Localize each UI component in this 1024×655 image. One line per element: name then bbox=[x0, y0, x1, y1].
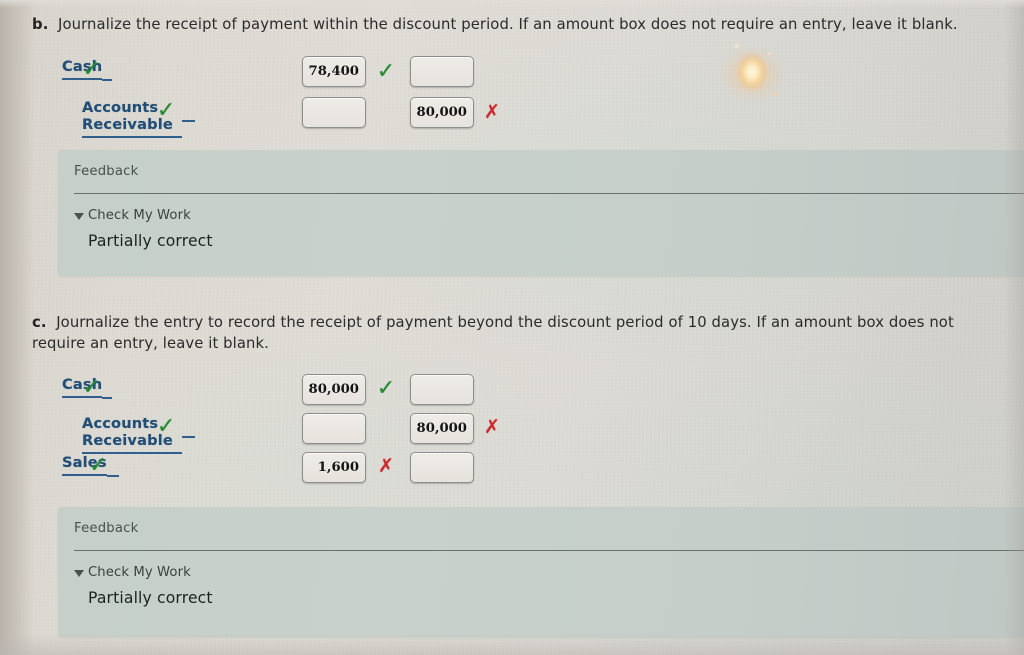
account-cell-b-1[interactable]: Accounts Receivable ✓ bbox=[82, 98, 195, 138]
credit-amount-input-b-0[interactable] bbox=[410, 56, 474, 87]
question-prompt-b: b. Journalize the receipt of payment wit… bbox=[32, 14, 1012, 35]
account-check-icon-b-0: ✓ bbox=[82, 57, 101, 82]
credit-amount-input-c-2[interactable] bbox=[410, 452, 474, 483]
account-cell-b-0[interactable]: Cash ✓ bbox=[62, 57, 113, 82]
credit-mark-c-1: ✗ bbox=[480, 418, 504, 437]
credit-mark-b-1: ✗ bbox=[480, 103, 504, 122]
account-check-icon-c-1: ✓ bbox=[156, 414, 176, 439]
feedback-result-c: Partially correct bbox=[88, 589, 213, 607]
credit-amount-input-c-1[interactable]: 80,000 bbox=[410, 413, 474, 444]
page-content: b. Journalize the receipt of payment wit… bbox=[0, 0, 1024, 655]
feedback-divider-b bbox=[74, 193, 1024, 194]
account-underline-c-0 bbox=[102, 376, 113, 399]
debit-check-icon-b-0: ✓ bbox=[376, 59, 396, 84]
debit-mark-c-2: ✗ bbox=[374, 457, 398, 476]
feedback-title-b: Feedback bbox=[74, 164, 139, 179]
feedback-title-c: Feedback bbox=[74, 521, 139, 536]
check-my-work-toggle-b[interactable]: Check My Work bbox=[74, 208, 191, 223]
feedback-result-b: Partially correct bbox=[88, 232, 213, 250]
account-cell-c-1[interactable]: Accounts Receivable ✓ bbox=[82, 414, 195, 454]
account-underline-b-1 bbox=[182, 99, 195, 122]
check-my-work-label-c: Check My Work bbox=[88, 565, 191, 580]
question-letter-c: c. bbox=[32, 314, 47, 331]
debit-amount-input-b-1[interactable] bbox=[302, 97, 366, 128]
account-underline-b-0 bbox=[102, 58, 113, 81]
debit-mark-c-0: ✓ bbox=[374, 378, 398, 400]
chevron-down-icon bbox=[74, 213, 84, 220]
debit-check-icon-c-0: ✓ bbox=[376, 376, 396, 401]
account-cell-c-2[interactable]: Sales ✓ bbox=[62, 453, 119, 478]
credit-amount-input-b-1[interactable]: 80,000 bbox=[410, 97, 474, 128]
question-prompt-c: c. Journalize the entry to record the re… bbox=[32, 312, 1007, 355]
check-my-work-label-b: Check My Work bbox=[88, 208, 191, 223]
debit-amount-input-c-1[interactable] bbox=[302, 413, 366, 444]
account-check-icon-c-2: ✓ bbox=[88, 453, 108, 478]
debit-amount-input-b-0[interactable]: 78,400 bbox=[302, 56, 366, 87]
question-prompt-text-b: Journalize the receipt of payment within… bbox=[58, 16, 958, 33]
credit-x-icon-c-1: ✗ bbox=[484, 416, 500, 438]
question-block-b: b. Journalize the receipt of payment wit… bbox=[32, 14, 1012, 35]
credit-x-icon-b-1: ✗ bbox=[484, 101, 500, 123]
account-underline-c-2 bbox=[106, 454, 119, 477]
account-underline-c-1 bbox=[182, 415, 195, 438]
question-letter-b: b. bbox=[32, 16, 49, 33]
account-cell-c-0[interactable]: Cash ✓ bbox=[62, 375, 113, 400]
check-my-work-toggle-c[interactable]: Check My Work bbox=[74, 565, 191, 580]
question-block-c: c. Journalize the entry to record the re… bbox=[32, 312, 1007, 355]
debit-mark-b-0: ✓ bbox=[374, 61, 398, 83]
photographed-screen: b. Journalize the receipt of payment wit… bbox=[0, 0, 1024, 655]
account-check-icon-c-0: ✓ bbox=[82, 375, 101, 400]
account-check-icon-b-1: ✓ bbox=[156, 98, 176, 123]
debit-amount-input-c-2[interactable]: 1,600 bbox=[302, 452, 366, 483]
credit-amount-input-c-0[interactable] bbox=[410, 374, 474, 405]
question-prompt-text-c: Journalize the entry to record the recei… bbox=[32, 314, 954, 353]
feedback-divider-c bbox=[74, 550, 1024, 551]
debit-amount-input-c-0[interactable]: 80,000 bbox=[302, 374, 366, 405]
chevron-down-icon bbox=[74, 570, 84, 577]
feedback-panel-b: Feedback Check My Work Partially correct bbox=[58, 150, 1024, 276]
feedback-panel-c: Feedback Check My Work Partially correct bbox=[58, 507, 1024, 637]
debit-x-icon-c-2: ✗ bbox=[378, 455, 394, 477]
